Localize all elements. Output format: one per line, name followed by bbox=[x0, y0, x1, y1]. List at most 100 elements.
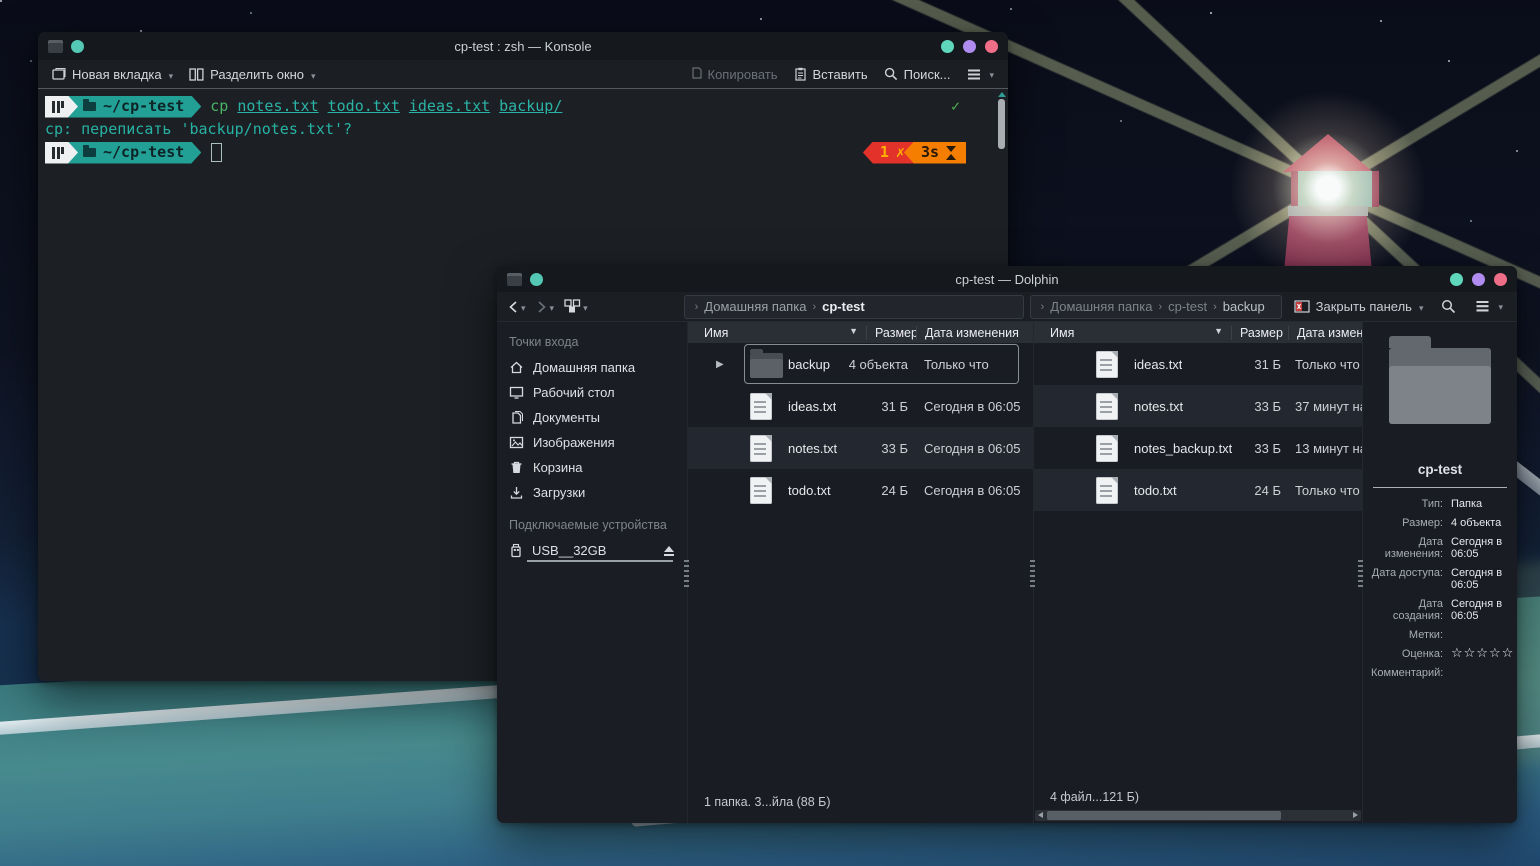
breadcrumb-home[interactable]: Домашняя папка bbox=[704, 299, 806, 314]
info-label-accessed: Дата доступа: bbox=[1371, 567, 1443, 591]
paste-icon bbox=[794, 67, 807, 81]
distro-icon bbox=[52, 147, 64, 159]
close-panel-icon bbox=[1294, 300, 1310, 313]
text-file-icon bbox=[1096, 477, 1118, 504]
hourglass-icon bbox=[946, 146, 957, 160]
new-tab-button[interactable]: Новая вкладка ▾ bbox=[46, 64, 179, 85]
sidebar-item-downloads[interactable]: Загрузки bbox=[497, 480, 687, 505]
scrollbar-handle[interactable] bbox=[1047, 811, 1281, 820]
column-header-size[interactable]: Размер bbox=[1231, 326, 1288, 340]
info-value-comment[interactable] bbox=[1451, 667, 1514, 679]
file-name: ideas.txt bbox=[1134, 357, 1182, 372]
sidebar-item-trash[interactable]: Корзина bbox=[497, 455, 687, 480]
back-button[interactable]: ▾ bbox=[505, 298, 528, 316]
maximize-button[interactable] bbox=[963, 40, 976, 53]
scrollbar-handle[interactable] bbox=[998, 99, 1005, 149]
scroll-up-arrow[interactable] bbox=[998, 92, 1006, 97]
file-view-left: Имя▼ Размер Дата изменения ▶ backup 4 об… bbox=[688, 322, 1033, 823]
download-icon bbox=[509, 485, 524, 500]
info-value-created: Сегодня в 06:05 bbox=[1451, 598, 1514, 622]
scroll-left-arrow[interactable] bbox=[1038, 812, 1043, 818]
close-button[interactable] bbox=[1494, 273, 1507, 286]
konsole-titlebar[interactable]: cp-test : zsh — Konsole bbox=[38, 32, 1008, 60]
terminal-line-output: cp: переписать 'backup/notes.txt'? bbox=[45, 118, 994, 141]
terminal-line-command: ~/cp-test cp notes.txt todo.txt ideas.tx… bbox=[45, 95, 994, 118]
file-row[interactable]: notes.txt 33 Б 37 минут назад bbox=[1034, 385, 1362, 427]
menu-button[interactable]: ▾ bbox=[960, 65, 1000, 84]
column-header-date[interactable]: Дата изменения bbox=[1288, 326, 1362, 340]
file-row[interactable]: todo.txt 24 Б Только что bbox=[1034, 469, 1362, 511]
sidebar-item-desktop[interactable]: Рабочий стол bbox=[497, 380, 687, 405]
minimize-button[interactable] bbox=[1450, 273, 1463, 286]
breadcrumb-left[interactable]: › Домашняя папка › cp-test bbox=[684, 295, 1024, 319]
minimize-button[interactable] bbox=[941, 40, 954, 53]
success-mark: ✓ bbox=[951, 97, 960, 116]
menu-button[interactable]: ▾ bbox=[1468, 297, 1509, 316]
copy-button[interactable]: Копировать bbox=[683, 64, 784, 85]
sidebar-item-label: Домашняя папка bbox=[533, 360, 635, 375]
close-button[interactable] bbox=[985, 40, 998, 53]
file-row[interactable]: notes_backup.txt 33 Б 13 минут назад bbox=[1034, 427, 1362, 469]
monitor-icon bbox=[509, 385, 524, 400]
file-row[interactable]: todo.txt 24 Б Сегодня в 06:05 bbox=[688, 469, 1033, 511]
breadcrumb-current[interactable]: backup bbox=[1223, 299, 1265, 314]
rating-stars[interactable]: ☆☆☆☆☆ bbox=[1451, 648, 1514, 660]
sidebar-item-usb-device[interactable]: USB__32GB bbox=[497, 538, 687, 563]
sidebar-item-home[interactable]: Домашняя папка bbox=[497, 355, 687, 380]
search-button[interactable]: Поиск... bbox=[878, 64, 957, 85]
info-value-tags[interactable] bbox=[1451, 629, 1514, 641]
info-value-type: Папка bbox=[1451, 498, 1514, 510]
paste-button[interactable]: Вставить bbox=[788, 64, 874, 85]
breadcrumb-current[interactable]: cp-test bbox=[822, 299, 865, 314]
eject-icon[interactable] bbox=[663, 546, 675, 556]
dolphin-window: cp-test — Dolphin ▾ ▾ ▾ › Домашня bbox=[497, 266, 1517, 823]
home-icon bbox=[509, 360, 524, 375]
file-date: Только что bbox=[1295, 357, 1362, 372]
text-file-icon bbox=[1096, 393, 1118, 420]
column-header-name[interactable]: Имя▼ bbox=[688, 326, 866, 340]
file-date: Только что bbox=[924, 357, 1029, 372]
search-icon bbox=[884, 67, 898, 81]
view-mode-button[interactable]: ▾ bbox=[562, 297, 590, 316]
breadcrumb-right[interactable]: › Домашняя папка › cp-test › backup bbox=[1030, 295, 1282, 319]
column-header-size[interactable]: Размер bbox=[866, 326, 916, 340]
column-header-date[interactable]: Дата изменения bbox=[916, 326, 1033, 340]
forward-icon bbox=[536, 300, 548, 314]
column-header-name[interactable]: Имя▼ bbox=[1034, 326, 1231, 340]
konsole-window-title: cp-test : zsh — Konsole bbox=[38, 39, 1008, 54]
image-icon bbox=[509, 435, 524, 450]
file-size: 24 Б bbox=[838, 483, 908, 498]
file-date: Только что bbox=[1295, 483, 1362, 498]
file-view-right: Имя▼ Размер Дата изменения ideas.txt 31 … bbox=[1033, 322, 1362, 823]
terminal-line-prompt: ~/cp-test 1 ✗ 3s bbox=[45, 141, 994, 164]
file-size: 4 объекта bbox=[838, 357, 908, 372]
close-panel-button[interactable]: Закрыть панель ▾ bbox=[1288, 296, 1430, 317]
file-row[interactable]: ideas.txt 31 Б Сегодня в 06:05 bbox=[688, 385, 1033, 427]
scroll-right-arrow[interactable] bbox=[1353, 812, 1358, 818]
distro-icon bbox=[52, 101, 64, 113]
panel-splitter-handle[interactable] bbox=[684, 560, 689, 590]
file-row[interactable]: notes.txt 33 Б Сегодня в 06:05 bbox=[688, 427, 1033, 469]
file-row-backup[interactable]: ▶ backup 4 объекта Только что bbox=[688, 343, 1033, 385]
close-panel-label: Закрыть панель bbox=[1316, 299, 1412, 314]
forward-button[interactable]: ▾ bbox=[534, 298, 557, 316]
expand-arrow-icon[interactable]: ▶ bbox=[716, 359, 724, 370]
panel-splitter-handle[interactable] bbox=[1030, 560, 1035, 590]
pin-button[interactable] bbox=[530, 273, 543, 286]
breadcrumb-home[interactable]: Домашняя папка bbox=[1050, 299, 1152, 314]
sidebar-item-pictures[interactable]: Изображения bbox=[497, 430, 687, 455]
prompt-path: ~/cp-test bbox=[103, 97, 184, 116]
maximize-button[interactable] bbox=[1472, 273, 1485, 286]
dolphin-app-icon bbox=[507, 273, 522, 286]
file-row[interactable]: ideas.txt 31 Б Только что bbox=[1034, 343, 1362, 385]
breadcrumb-mid[interactable]: cp-test bbox=[1168, 299, 1207, 314]
sidebar-item-documents[interactable]: Документы bbox=[497, 405, 687, 430]
chevron-right-icon: › bbox=[1041, 301, 1045, 313]
split-window-button[interactable]: Разделить окно ▾ bbox=[183, 64, 321, 85]
horizontal-scrollbar[interactable] bbox=[1035, 810, 1361, 821]
panel-splitter-handle[interactable] bbox=[1358, 560, 1363, 590]
search-button[interactable] bbox=[1435, 296, 1462, 317]
pin-button[interactable] bbox=[71, 40, 84, 53]
file-size: 33 Б bbox=[838, 441, 908, 456]
dolphin-titlebar[interactable]: cp-test — Dolphin bbox=[497, 266, 1517, 292]
